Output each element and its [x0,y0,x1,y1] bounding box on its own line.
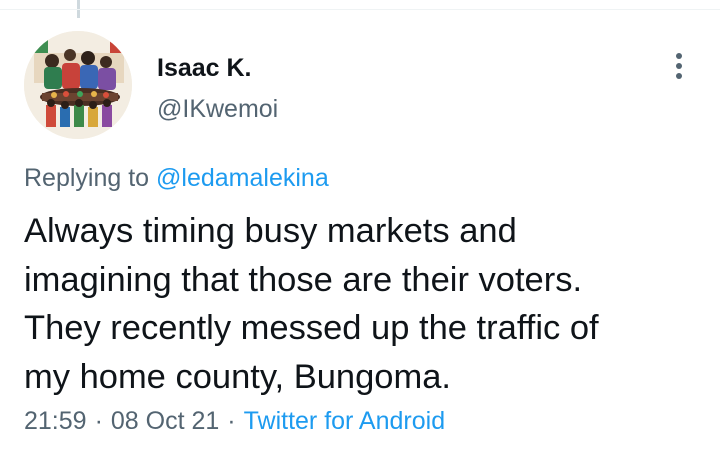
avatar[interactable] [24,31,132,139]
meta-separator: · [227,407,236,435]
reply-mention-link[interactable]: @ledamalekina [156,164,329,192]
tweet-meta: 21:59 · 08 Oct 21 · Twitter for Android [24,405,445,437]
tweet-source-link[interactable]: Twitter for Android [244,407,445,435]
more-options-button[interactable] [664,48,694,84]
tweet-text: Always timing busy markets and imagining… [24,212,599,396]
divider [0,9,720,10]
author-block: Isaac K. @IKwemoi [157,52,278,124]
replying-to: Replying to @ledamalekina [24,162,329,194]
replying-to-label: Replying to [24,164,150,192]
tweet-time[interactable]: 21:59 [24,407,87,435]
tweet-date[interactable]: 08 Oct 21 [111,407,219,435]
author-handle[interactable]: @IKwemoi [157,94,278,124]
author-name[interactable]: Isaac K. [157,52,278,84]
tweet: Isaac K. @IKwemoi Replying to @ledamalek… [0,0,720,459]
avatar-image [24,31,132,139]
meta-separator: · [94,407,103,435]
more-vertical-icon [676,53,682,79]
